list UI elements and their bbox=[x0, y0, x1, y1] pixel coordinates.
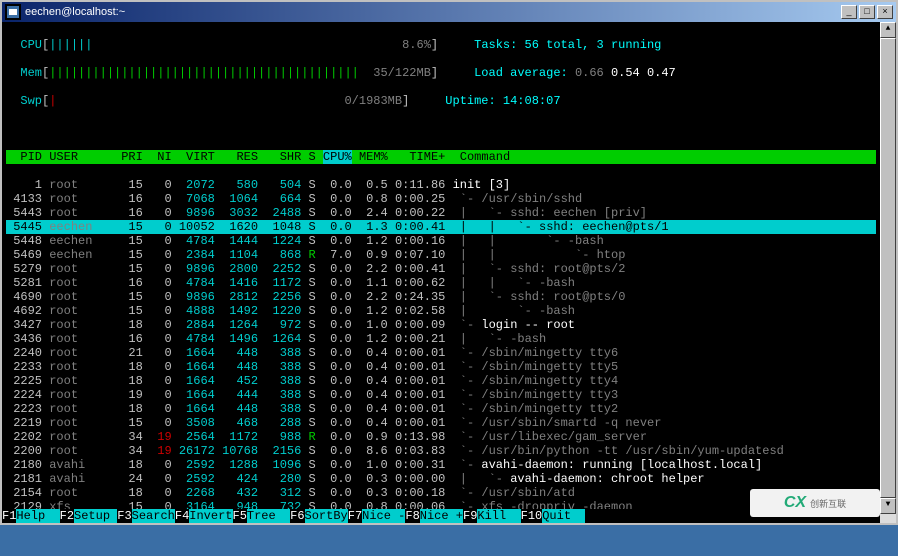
process-row[interactable]: 4692 root 15 0 4888 1492 1220 S 0.0 1.2 … bbox=[6, 304, 876, 318]
fkey[interactable]: F7 bbox=[348, 509, 362, 523]
process-row[interactable]: 2180 avahi 18 0 2592 1288 1096 S 0.0 1.0… bbox=[6, 458, 876, 472]
fkey[interactable]: F5 bbox=[233, 509, 247, 523]
tasks-label: Tasks: 56 total, 3 running bbox=[474, 38, 661, 52]
fkey-label[interactable]: SortBy bbox=[305, 509, 348, 523]
fkey-label[interactable]: Quit bbox=[542, 509, 585, 523]
fkey[interactable]: F6 bbox=[290, 509, 304, 523]
close-button[interactable]: × bbox=[877, 5, 893, 19]
process-row[interactable]: 2233 root 18 0 1664 448 388 S 0.0 0.4 0:… bbox=[6, 360, 876, 374]
fkey[interactable]: F9 bbox=[463, 509, 477, 523]
fkey-label[interactable]: Nice - bbox=[362, 509, 405, 523]
process-row[interactable]: 4133 root 16 0 7068 1064 664 S 0.0 0.8 0… bbox=[6, 192, 876, 206]
process-row[interactable]: 2224 root 19 0 1664 444 388 S 0.0 0.4 0:… bbox=[6, 388, 876, 402]
process-row[interactable]: 2223 root 18 0 1664 448 388 S 0.0 0.4 0:… bbox=[6, 402, 876, 416]
scroll-up-button[interactable]: ▲ bbox=[880, 22, 896, 38]
process-row[interactable]: 2225 root 18 0 1664 452 388 S 0.0 0.4 0:… bbox=[6, 374, 876, 388]
fkey-label[interactable]: Search bbox=[132, 509, 175, 523]
scroll-thumb[interactable] bbox=[880, 38, 896, 498]
app-icon bbox=[5, 4, 21, 20]
fkey[interactable]: F4 bbox=[175, 509, 189, 523]
process-row[interactable]: 2202 root 34 19 2564 1172 988 R 0.0 0.9 … bbox=[6, 430, 876, 444]
process-row[interactable]: 2240 root 21 0 1664 448 388 S 0.0 0.4 0:… bbox=[6, 346, 876, 360]
fkey[interactable]: F2 bbox=[60, 509, 74, 523]
scrollbar[interactable]: ▲ ▼ bbox=[880, 22, 896, 523]
fkey-label[interactable]: Setup bbox=[74, 509, 117, 523]
watermark: CX 创新互联 bbox=[750, 489, 880, 517]
terminal-viewport[interactable]: CPU[|||||| 8.6%] Tasks: 56 total, 3 runn… bbox=[2, 22, 880, 523]
mem-meter: Mem[||||||||||||||||||||||||||||||||||||… bbox=[6, 66, 876, 80]
fkey-label[interactable]: Kill bbox=[477, 509, 520, 523]
swp-meter: Swp[| 0/1983MB] Uptime: 14:08:07 bbox=[6, 94, 876, 108]
scroll-down-button[interactable]: ▼ bbox=[880, 498, 896, 514]
process-row[interactable]: 2154 root 18 0 2268 432 312 S 0.0 0.3 0:… bbox=[6, 486, 876, 500]
fkey[interactable]: F10 bbox=[521, 509, 543, 523]
process-row[interactable]: 3427 root 18 0 2884 1264 972 S 0.0 1.0 0… bbox=[6, 318, 876, 332]
process-row[interactable]: 5443 root 16 0 9896 3032 2488 S 0.0 2.4 … bbox=[6, 206, 876, 220]
process-row[interactable]: 3436 root 16 0 4784 1496 1264 S 0.0 1.2 … bbox=[6, 332, 876, 346]
fkey-label[interactable]: Invert bbox=[189, 509, 232, 523]
fkey[interactable]: F1 bbox=[2, 509, 16, 523]
process-row[interactable]: 5279 root 15 0 9896 2800 2252 S 0.0 2.2 … bbox=[6, 262, 876, 276]
process-row[interactable]: 2219 root 15 0 3508 468 288 S 0.0 0.4 0:… bbox=[6, 416, 876, 430]
cpu-meter: CPU[|||||| 8.6%] Tasks: 56 total, 3 runn… bbox=[6, 38, 876, 52]
process-row[interactable]: 2200 root 34 19 26172 10768 2156 S 0.0 8… bbox=[6, 444, 876, 458]
function-keys: F1Help F2Setup F3SearchF4InvertF5Tree F6… bbox=[2, 509, 880, 523]
fkey[interactable]: F3 bbox=[117, 509, 131, 523]
fkey[interactable]: F8 bbox=[405, 509, 419, 523]
process-row[interactable]: 5469 eechen 15 0 2384 1104 868 R 7.0 0.9… bbox=[6, 248, 876, 262]
process-row[interactable]: 2181 avahi 24 0 2592 424 280 S 0.0 0.3 0… bbox=[6, 472, 876, 486]
fkey-label[interactable]: Help bbox=[16, 509, 59, 523]
uptime-label: Uptime: 14:08:07 bbox=[445, 94, 560, 108]
process-row[interactable]: 5448 eechen 15 0 4784 1444 1224 S 0.0 1.… bbox=[6, 234, 876, 248]
minimize-button[interactable]: _ bbox=[841, 5, 857, 19]
process-row[interactable]: 5445 eechen 15 0 10052 1620 1048 S 0.0 1… bbox=[6, 220, 876, 234]
maximize-button[interactable]: □ bbox=[859, 5, 875, 19]
window-title: eechen@localhost:~ bbox=[25, 6, 841, 18]
terminal-window: eechen@localhost:~ _ □ × CPU[|||||| 8.6%… bbox=[0, 0, 898, 525]
process-row[interactable]: 5281 root 16 0 4784 1416 1172 S 0.0 1.1 … bbox=[6, 276, 876, 290]
column-header[interactable]: PID USER PRI NI VIRT RES SHR S CPU% MEM%… bbox=[6, 150, 876, 164]
process-row[interactable]: 1 root 15 0 2072 580 504 S 0.0 0.5 0:11.… bbox=[6, 178, 876, 192]
fkey-label[interactable]: Nice + bbox=[420, 509, 463, 523]
fkey-label[interactable]: Tree bbox=[247, 509, 290, 523]
process-row[interactable]: 4690 root 15 0 9896 2812 2256 S 0.0 2.2 … bbox=[6, 290, 876, 304]
titlebar[interactable]: eechen@localhost:~ _ □ × bbox=[2, 2, 896, 22]
